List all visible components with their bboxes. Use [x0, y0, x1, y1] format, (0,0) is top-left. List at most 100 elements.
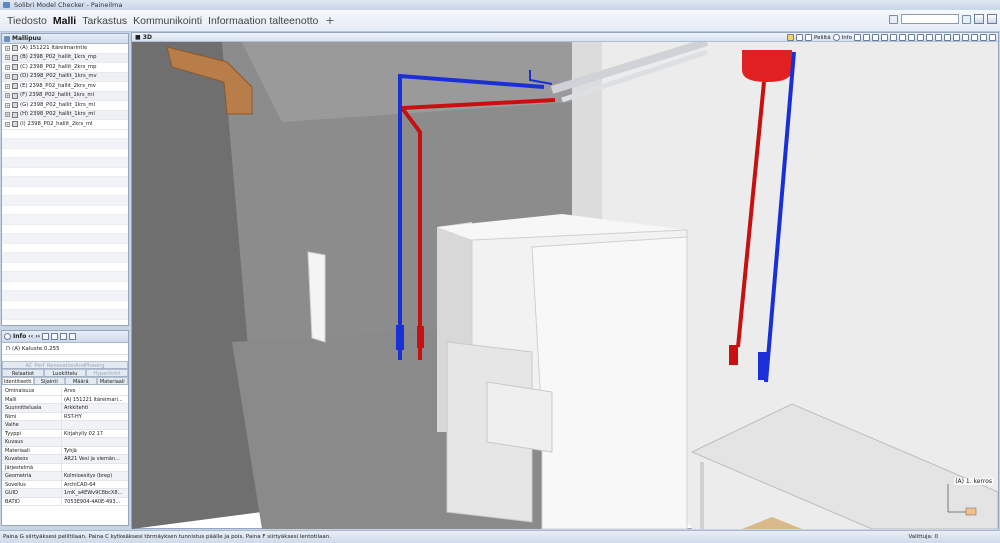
transparency-icon[interactable] [890, 34, 897, 41]
model-tree-icon [4, 36, 10, 42]
color-icon[interactable] [881, 34, 888, 41]
menu-bar: Tiedosto Malli Tarkastus Kommunikointi I… [0, 10, 1000, 32]
menu-tabs: Tiedosto Malli Tarkastus Kommunikointi I… [4, 13, 339, 29]
layout-icon[interactable] [889, 14, 898, 24]
property-row[interactable]: Tyyppi Kirjahylly 02 17 [2, 429, 128, 438]
menu-tab-kommunikointi[interactable]: Kommunikointi [130, 13, 205, 29]
property-key: Kuvateos [2, 455, 62, 463]
expand-icon[interactable]: + [5, 93, 10, 99]
copy-icon[interactable] [42, 333, 50, 340]
layer-icon[interactable] [899, 34, 906, 41]
view-3d-label: ■ 3D [135, 34, 152, 41]
zoom-out-icon[interactable] [917, 34, 924, 41]
back-icon[interactable]: ‹‹ [28, 333, 33, 340]
property-row[interactable]: Materiaali Tyhjä [2, 446, 128, 455]
maximize-icon[interactable] [971, 34, 978, 41]
property-row[interactable]: Geometria Kolmioesitys (brep) [2, 472, 128, 481]
property-row[interactable]: Nimi RST-HY [2, 412, 128, 421]
settings-panel-icon[interactable] [69, 333, 77, 340]
expand-icon[interactable]: + [5, 121, 10, 127]
fly-icon[interactable] [795, 34, 803, 41]
tree-item-label: (F) 2398_P02_hallit_1krs_ml [20, 92, 94, 98]
search-icon[interactable] [962, 14, 971, 24]
navigate-icon[interactable] [804, 34, 812, 41]
menu-tab-tiedosto[interactable]: Tiedosto [4, 13, 50, 29]
tab-materiaali[interactable]: Materiaali [96, 377, 128, 385]
selected-object: ⊓ (A) Kaluste.0.255 [2, 343, 128, 355]
collapse-panel-icon[interactable] [60, 333, 68, 340]
property-key: Sovellus [2, 480, 62, 488]
expand-icon[interactable]: + [5, 112, 10, 118]
expand-icon[interactable]: + [5, 55, 10, 61]
tab-maara[interactable]: Määrä [65, 377, 97, 385]
select-icon[interactable] [863, 34, 870, 41]
tab-hyperlinkit[interactable]: Hyperlinkit [86, 369, 128, 377]
expand-icon[interactable]: + [5, 74, 10, 80]
property-row[interactable]: Malli (A) 151221 Itäreimari... [2, 395, 128, 404]
tab-relaatiot[interactable]: Relaatiot [2, 369, 44, 377]
orientation-gizmo[interactable] [940, 472, 992, 524]
property-value [62, 421, 128, 429]
property-key: GUID [2, 489, 62, 497]
property-row[interactable]: BATID 7053E904-4A0E-493... [2, 497, 128, 506]
tree-item-label: (H) 2398_P02_hallit_1krs_ml [20, 111, 95, 117]
forward-icon[interactable]: ›› [35, 333, 40, 340]
info-header: Info ‹‹ ›› [2, 331, 128, 343]
tab-identiteetti[interactable]: Identiteetti [2, 377, 34, 385]
settings-icon[interactable] [974, 14, 984, 24]
property-value: 1mK_a4EWv9C8bcX8... [64, 490, 123, 496]
menu-tab-tarkastus[interactable]: Tarkastus [79, 13, 130, 29]
model-icon [12, 102, 18, 109]
zoom-in-icon[interactable] [908, 34, 915, 41]
model-tree-panel: Mallipuu + (A) 151221 Itäreimarintie + (B)… [1, 33, 129, 326]
property-header-row: Ominaisuus Arvo [2, 387, 128, 396]
close-view-icon[interactable] [989, 34, 996, 41]
search-input[interactable] [901, 14, 959, 24]
cabinet-drawer [486, 381, 553, 453]
tree-item[interactable]: + (I) 2398_P02_hallit_2krs_ml [2, 120, 128, 130]
add-tab-button[interactable]: + [321, 13, 338, 29]
split-icon[interactable] [980, 34, 987, 41]
expand-panel-icon[interactable] [51, 333, 59, 340]
property-row[interactable]: Kuvaus [2, 438, 128, 447]
property-value: ArchiCAD-64 [64, 481, 96, 488]
property-row[interactable]: Järjestelmä [2, 463, 128, 472]
tab-luokittelu[interactable]: Luokittelu [44, 369, 86, 377]
property-value: (A) 151221 Itäreimari... [64, 396, 123, 403]
expand-icon[interactable]: + [5, 83, 10, 89]
property-key: BATID [2, 497, 62, 505]
window-icon[interactable] [962, 34, 969, 41]
info-dropdown[interactable]: Info [842, 35, 852, 41]
menu-tab-malli[interactable]: Malli [50, 13, 79, 29]
scene-3d[interactable] [132, 42, 998, 529]
menu-tab-informaatio[interactable]: Informaation talteenotto [205, 13, 321, 29]
expand-icon[interactable]: + [5, 64, 10, 70]
hide-icon[interactable] [872, 34, 879, 41]
tab-sijainti[interactable]: Sijainti [33, 377, 65, 385]
info-tool-icon[interactable] [832, 34, 840, 41]
expand-icon[interactable]: + [5, 102, 10, 108]
model-icon [12, 45, 18, 52]
valve-cold-left [396, 325, 404, 350]
property-row[interactable]: GUID 1mK_a4EWv9C8bcX8... [2, 489, 128, 498]
property-value [62, 464, 128, 472]
zoom-selected-icon[interactable] [935, 34, 942, 41]
property-row[interactable]: Kuvateos AR21 Vesi ja viemän... [2, 455, 128, 464]
property-value: Tyhjä [64, 447, 77, 454]
box-icon[interactable] [854, 34, 861, 41]
help-icon[interactable] [987, 14, 997, 24]
property-row[interactable]: Vaihe [2, 421, 128, 430]
property-row[interactable]: Sovellus ArchiCAD-64 [2, 480, 128, 489]
measure-icon[interactable] [944, 34, 951, 41]
property-row[interactable]: Suunnittelu­ala Arkkitehti [2, 404, 128, 413]
view-3d-header: ■ 3D Peliltä Info [132, 33, 998, 42]
folder-icon[interactable] [786, 34, 794, 41]
view-3d[interactable]: ■ 3D Peliltä Info (A) 1. kerros [131, 32, 999, 529]
expand-icon[interactable]: + [5, 45, 10, 51]
property-value: 7053E904-4A0E-493... [64, 498, 121, 505]
game-mode-dropdown[interactable]: Peliltä [814, 35, 831, 41]
zoom-fit-icon[interactable] [926, 34, 933, 41]
status-message: Paina G siirtyäksesi peliltilaan. Paina … [3, 534, 331, 540]
wrench-icon[interactable] [953, 34, 960, 41]
tab-renovation[interactable]: AC_Perf_RenovationAndPhasing [2, 361, 128, 369]
